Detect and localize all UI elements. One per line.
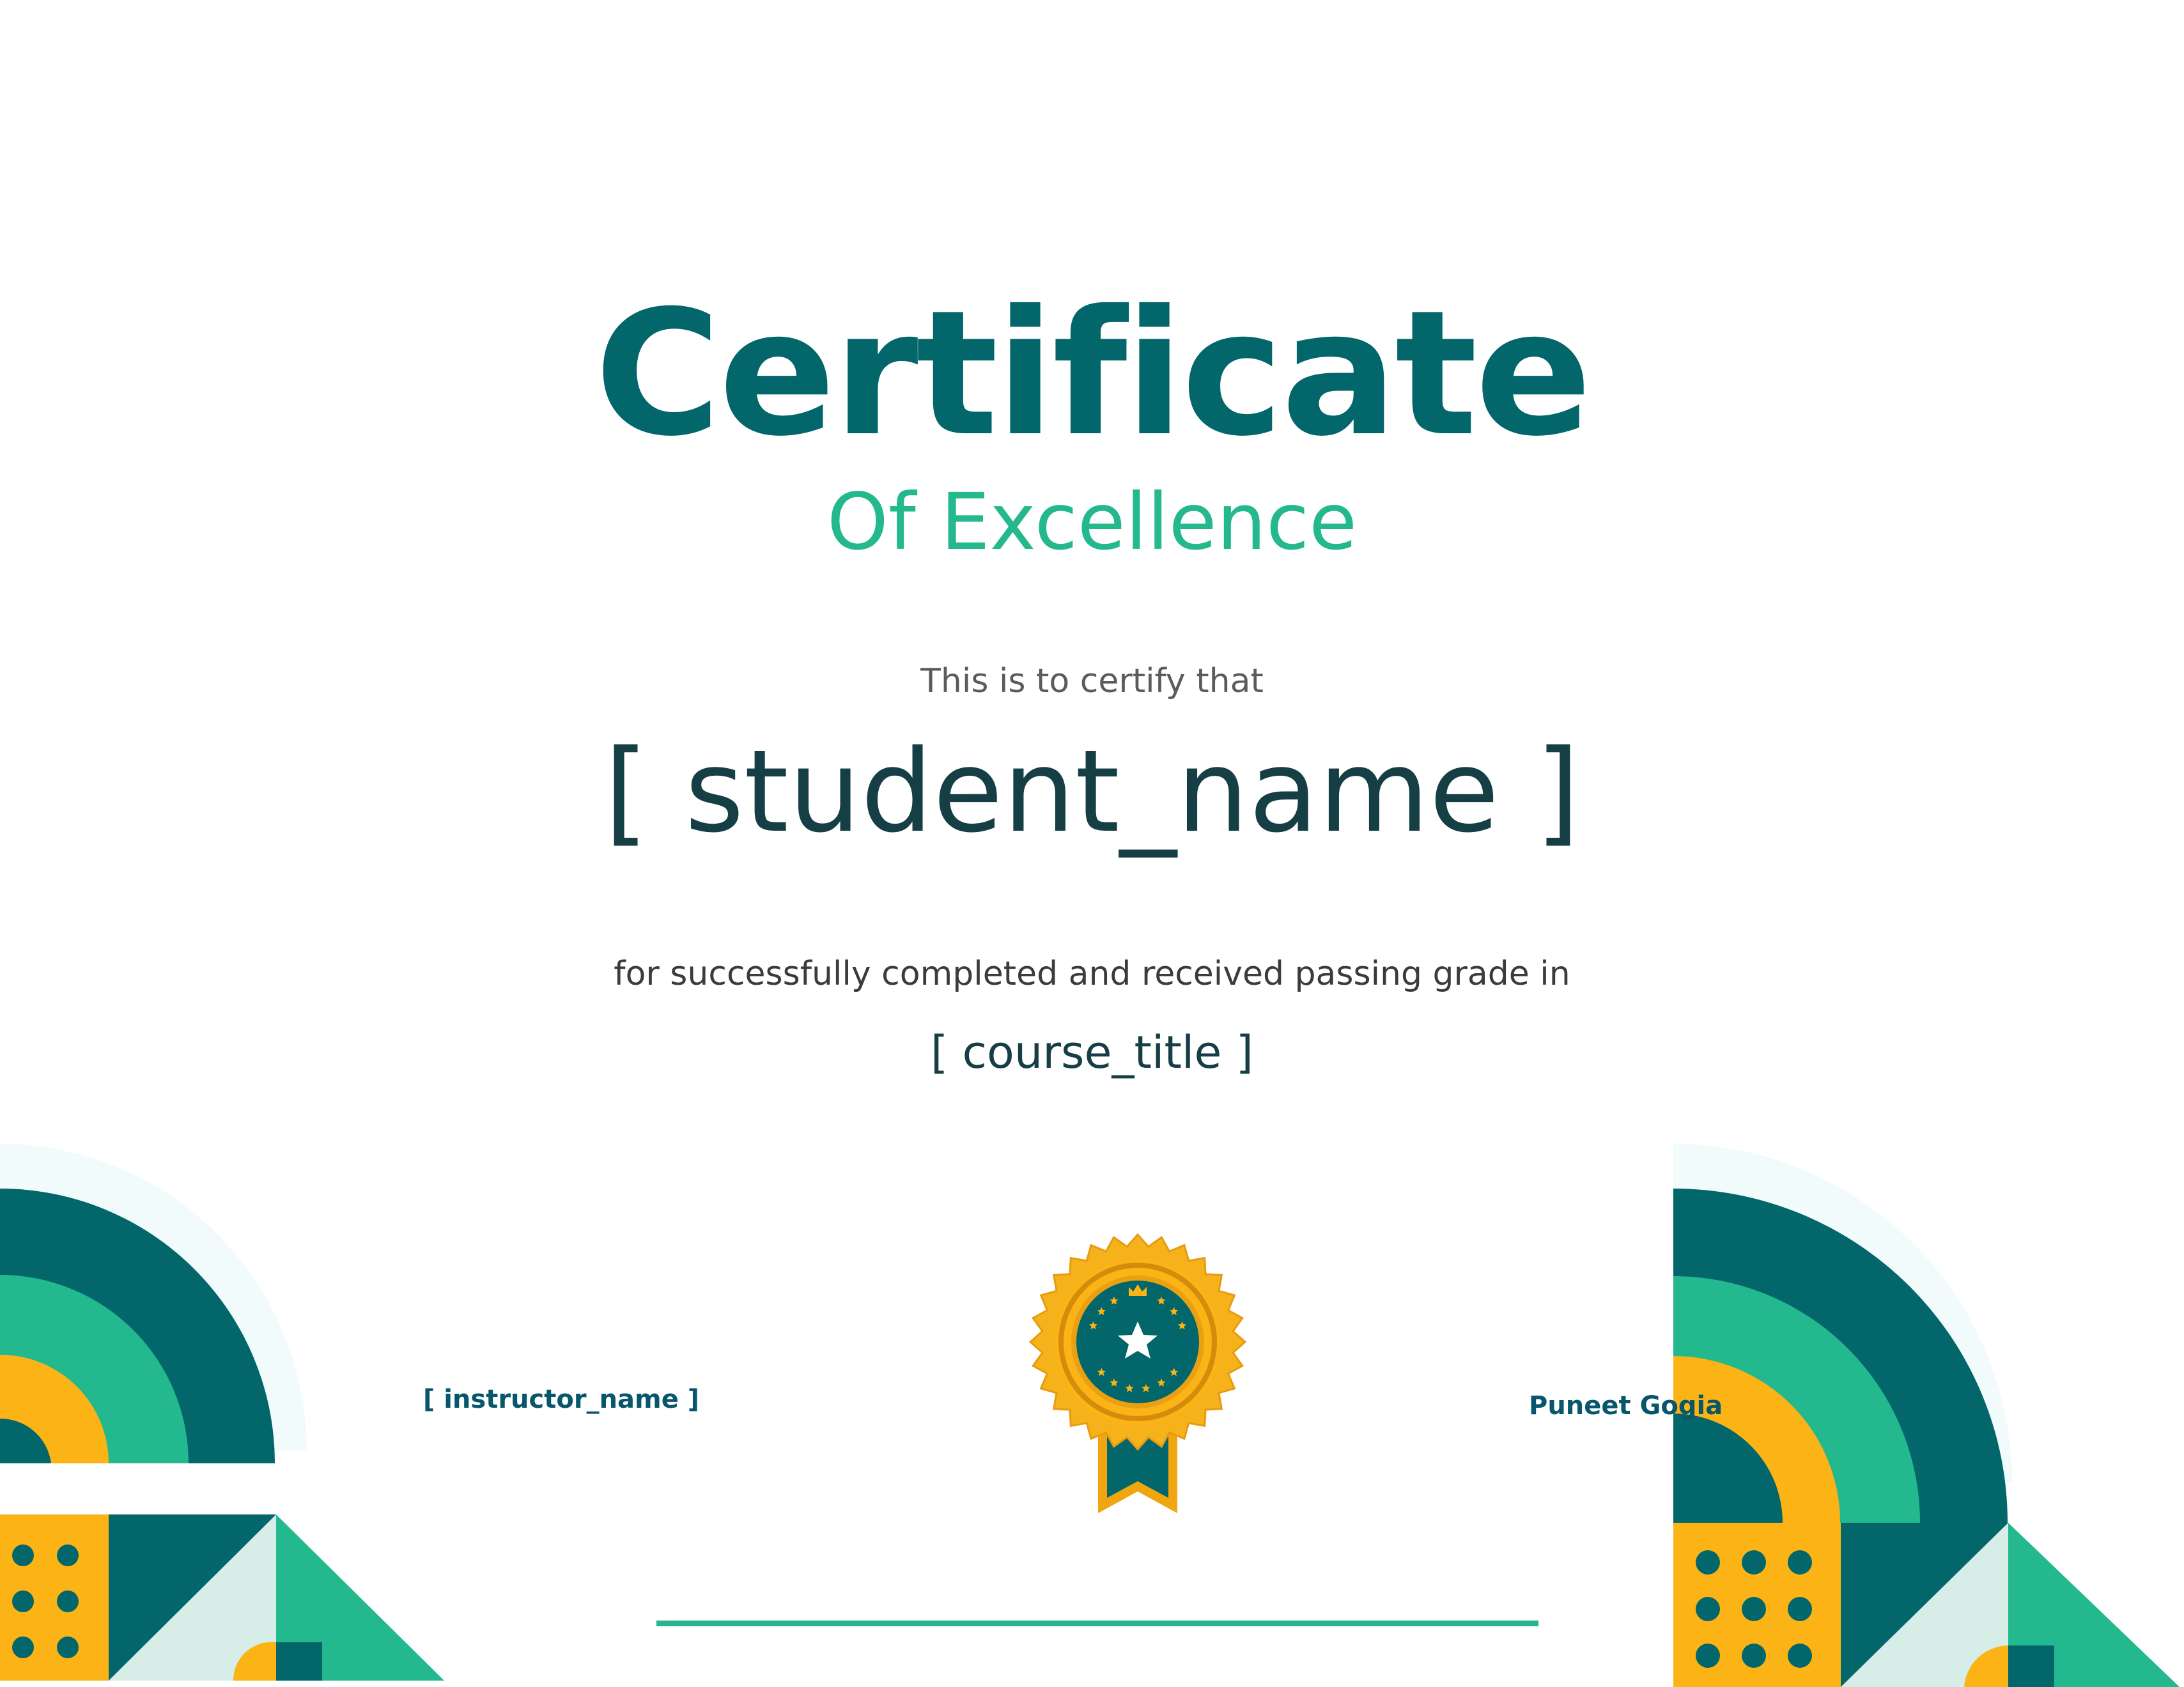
certificate-subtitle: Of Excellence: [826, 477, 1358, 567]
signer-name: Puneet Gogia: [1529, 1391, 1723, 1421]
right-corner-decoration: [1673, 1144, 2180, 1687]
course-title-placeholder: [ course_title ]: [931, 1026, 1253, 1079]
award-seal-icon: [1028, 1233, 1247, 1513]
left-corner-decoration: [0, 1144, 444, 1681]
completion-statement: for successfully completed and received …: [614, 955, 1570, 993]
certify-statement: This is to certify that: [920, 662, 1264, 700]
signature-line: [656, 1621, 1538, 1626]
student-name-placeholder: [ student_name ]: [604, 725, 1580, 858]
instructor-name-placeholder: [ instructor_name ]: [423, 1385, 700, 1414]
certificate-page: Certificate Of Excellence This is to cer…: [0, 0, 2184, 1687]
certificate-title: Certificate: [594, 273, 1592, 474]
